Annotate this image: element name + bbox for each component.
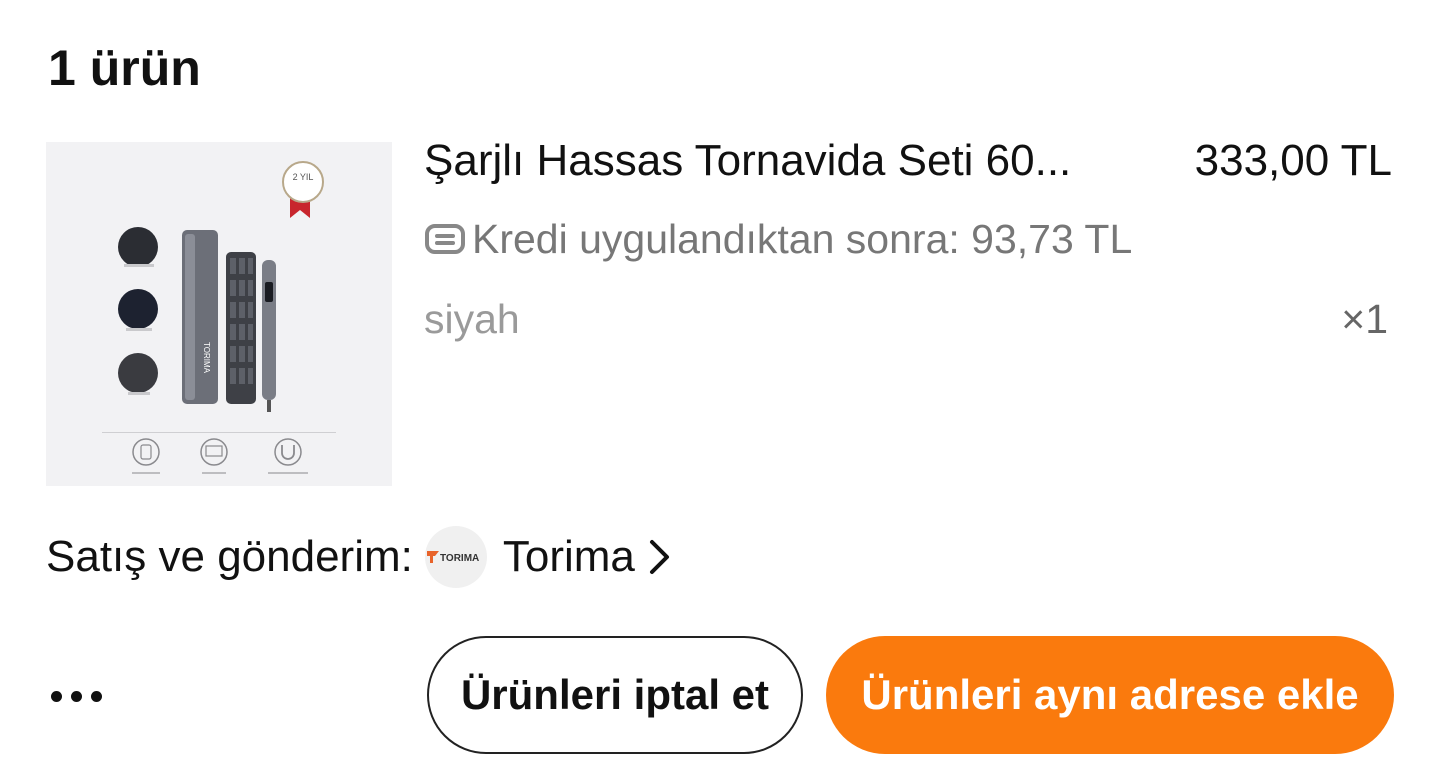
item-count-title: 1 ürün (48, 40, 201, 96)
add-to-same-address-button[interactable]: Ürünleri aynı adrese ekle (826, 636, 1394, 754)
svg-text:2 YIL: 2 YIL (293, 172, 314, 182)
cancel-items-button[interactable]: Ürünleri iptal et (427, 636, 803, 754)
credit-text: Kredi uygulandıktan sonra: 93,73 TL (472, 215, 1133, 262)
product-price: 333,00 TL (1194, 136, 1392, 185)
product-variant: siyah (424, 296, 520, 342)
product-name[interactable]: Şarjlı Hassas Tornavida Seti 60... (424, 134, 1144, 188)
svg-text:TORIMA: TORIMA (440, 553, 479, 564)
more-dot (50, 690, 62, 702)
product-quantity: ×1 (1341, 296, 1388, 342)
seller-logo-graphic: TORIMA (426, 551, 479, 564)
seller-link[interactable]: Satış ve gönderim: TORIMA Torima (46, 524, 673, 590)
product-image-graphic: 2 YIL TORIMA (46, 142, 392, 486)
chevron-right-icon (649, 540, 669, 574)
seller-name: Torima (502, 532, 635, 581)
seller-logo: TORIMA (424, 526, 487, 588)
credit-info: Kredi uygulandıktan sonra: 93,73 TL (424, 212, 1132, 266)
seller-label: Satış ve gönderim: (46, 532, 413, 581)
more-options-button[interactable] (44, 668, 108, 724)
credit-card-icon (425, 224, 465, 254)
product-image[interactable]: 2 YIL TORIMA (46, 142, 392, 486)
more-dot (70, 690, 82, 702)
svg-text:TORIMA: TORIMA (202, 342, 211, 374)
more-dot (90, 690, 102, 702)
